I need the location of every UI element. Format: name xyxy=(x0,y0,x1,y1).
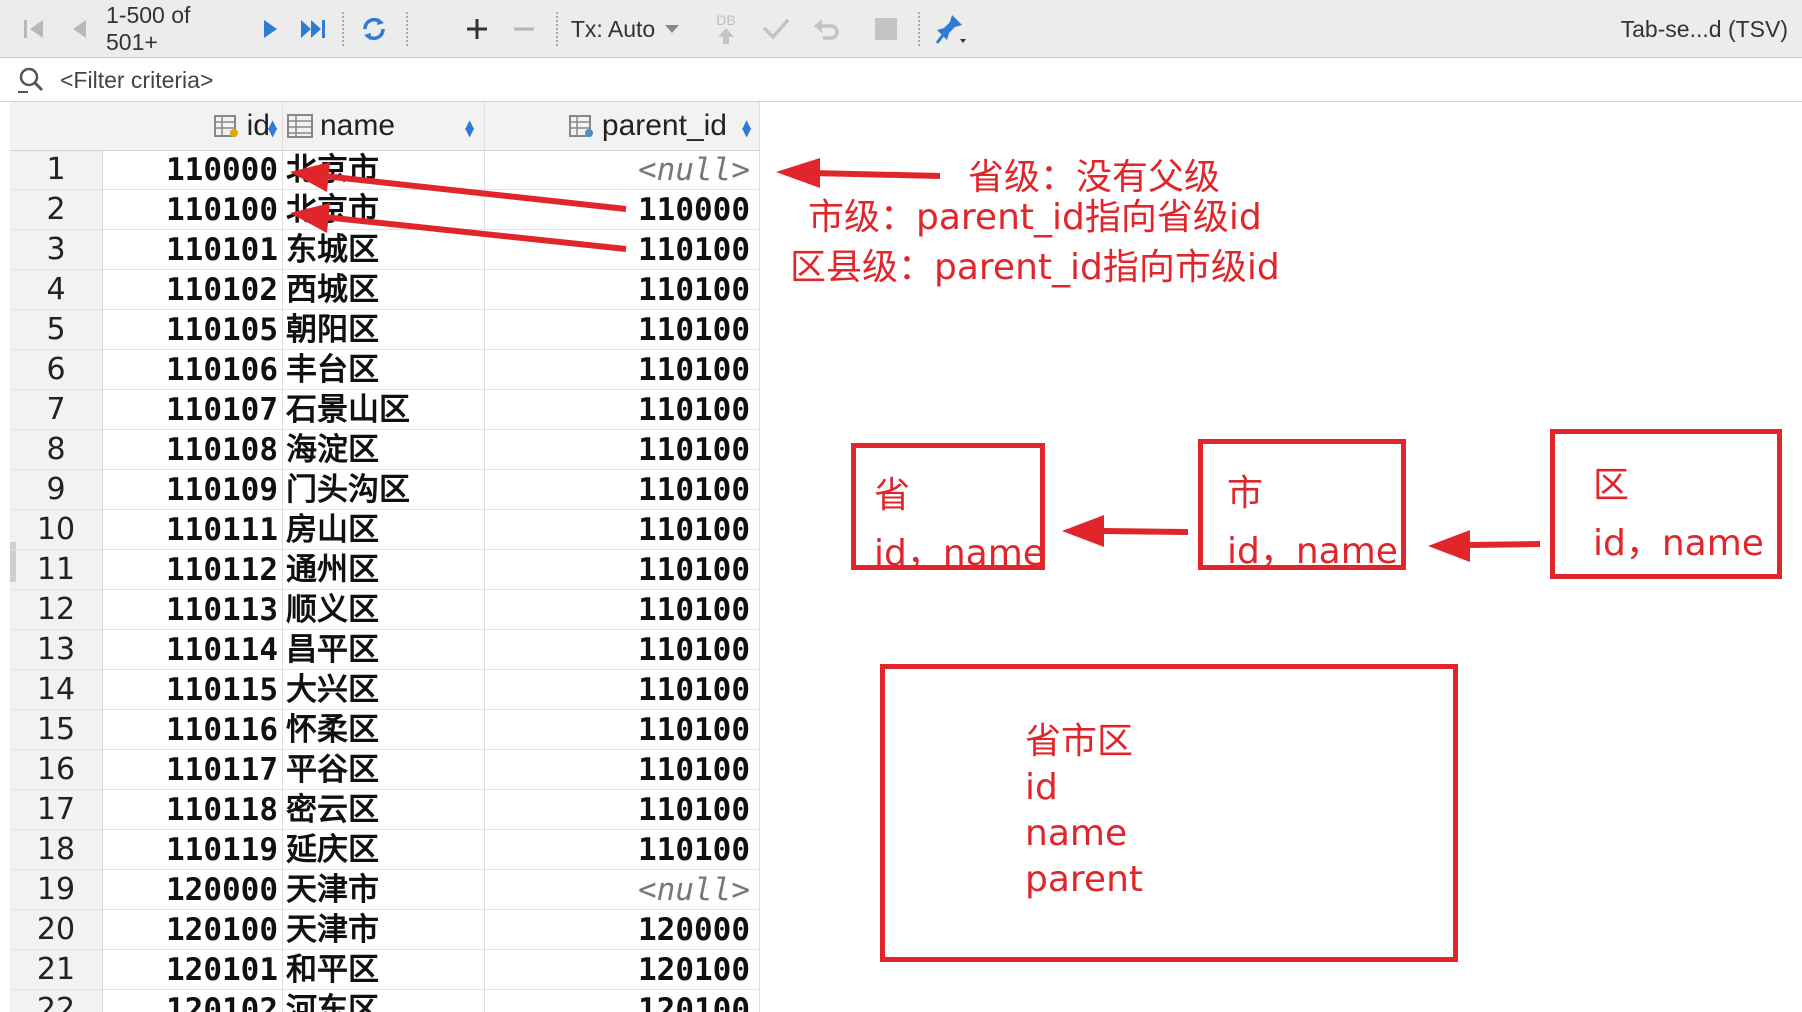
arrow-to-null xyxy=(776,158,941,188)
arrow-district-box-to-city-box xyxy=(1428,530,1541,562)
arrow-district-to-city xyxy=(290,203,627,252)
arrow-city-to-province xyxy=(290,162,627,212)
annotation-arrows xyxy=(290,158,1541,562)
arrow-city-box-to-province-box xyxy=(1062,515,1189,547)
